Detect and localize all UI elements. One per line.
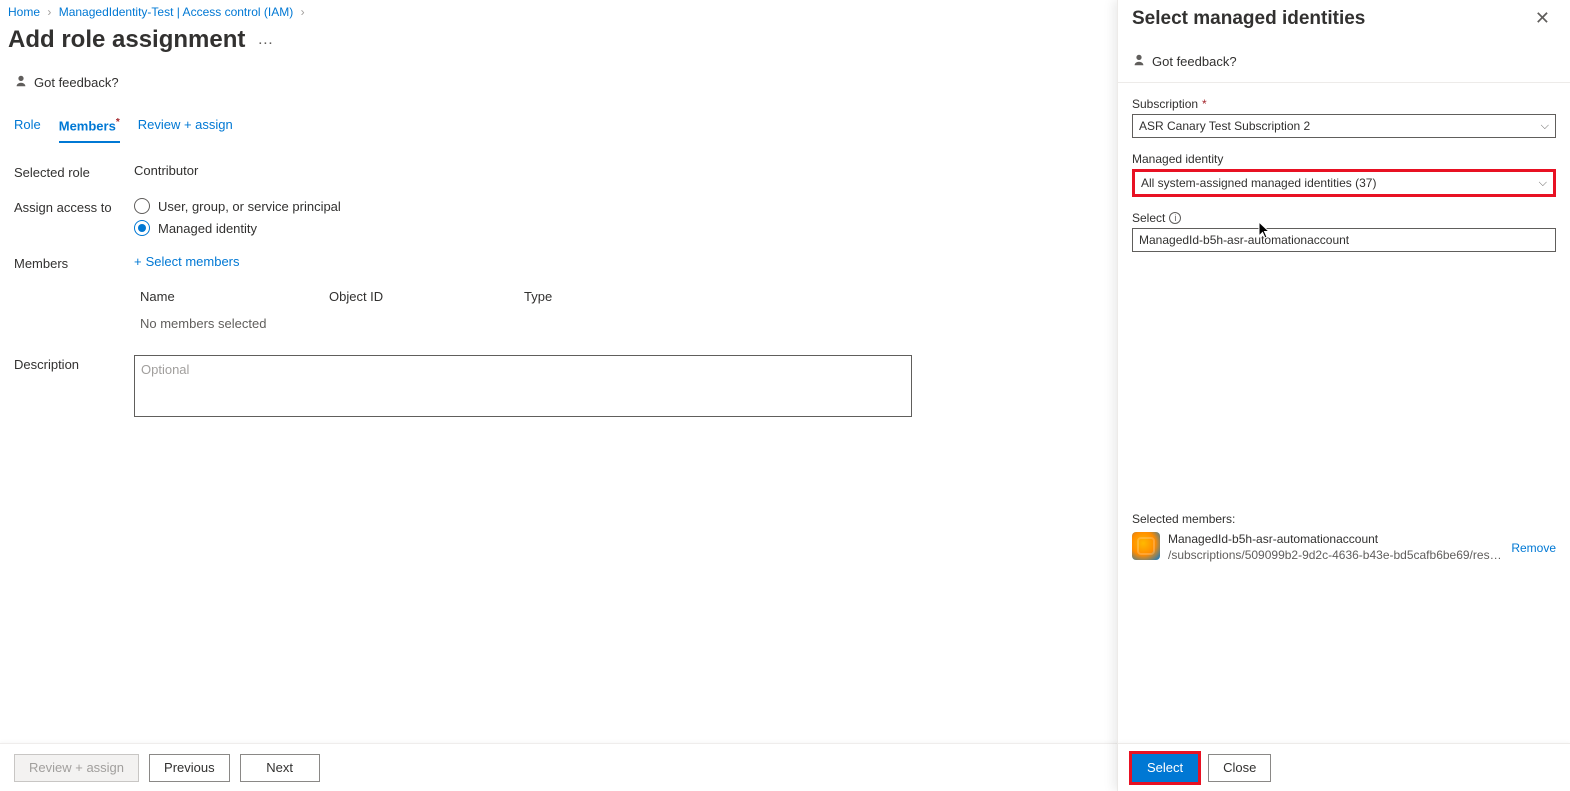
panel-footer: Select Close xyxy=(1118,743,1570,791)
info-icon: i xyxy=(1169,212,1181,224)
tab-review-assign[interactable]: Review + assign xyxy=(138,117,233,143)
members-col-object-id: Object ID xyxy=(329,289,524,304)
page-title: Add role assignment xyxy=(8,26,245,54)
tab-members[interactable]: Members* xyxy=(59,117,120,143)
selected-role-value: Contributor xyxy=(134,163,198,178)
select-search-label: Select xyxy=(1132,211,1165,225)
radio-unchecked-icon xyxy=(134,198,150,214)
panel-close-button[interactable]: Close xyxy=(1208,754,1271,782)
members-empty-row: No members selected xyxy=(134,310,714,337)
review-assign-button[interactable]: Review + assign xyxy=(14,754,139,782)
selected-member-path: /subscriptions/509099b2-9d2c-4636-b43e-b… xyxy=(1168,548,1503,564)
description-input[interactable] xyxy=(134,355,912,417)
radio-mi-label: Managed identity xyxy=(158,221,257,236)
members-col-type: Type xyxy=(524,289,714,304)
selected-member-row: ManagedId-b5h-asr-automationaccount /sub… xyxy=(1132,532,1556,563)
person-feedback-icon xyxy=(14,74,28,91)
selected-member-name: ManagedId-b5h-asr-automationaccount xyxy=(1168,532,1503,548)
managed-identity-select[interactable]: All system-assigned managed identities (… xyxy=(1132,169,1556,197)
tab-role[interactable]: Role xyxy=(14,117,41,143)
select-search-input[interactable] xyxy=(1132,228,1556,252)
managed-identity-label: Managed identity xyxy=(1132,152,1223,166)
chevron-down-icon: ⌵ xyxy=(1539,177,1547,190)
select-members-text: Select members xyxy=(146,254,240,269)
select-members-link[interactable]: + Select members xyxy=(134,254,240,269)
panel-feedback-link[interactable]: Got feedback? xyxy=(1118,41,1570,83)
panel-feedback-label: Got feedback? xyxy=(1152,54,1237,69)
tab-members-label: Members xyxy=(59,118,116,133)
members-label: Members xyxy=(14,254,134,271)
radio-managed-identity[interactable]: Managed identity xyxy=(134,220,341,236)
selected-role-label: Selected role xyxy=(14,163,134,180)
breadcrumb-resource[interactable]: ManagedIdentity-Test | Access control (I… xyxy=(59,5,294,19)
panel-title: Select managed identities xyxy=(1132,8,1365,30)
select-managed-identities-panel: Select managed identities ✕ Got feedback… xyxy=(1117,0,1570,791)
wizard-footer: Review + assign Previous Next xyxy=(0,743,1117,791)
members-col-name: Name xyxy=(134,289,329,304)
next-button[interactable]: Next xyxy=(240,754,320,782)
remove-member-link[interactable]: Remove xyxy=(1511,541,1556,555)
subscription-select[interactable]: ASR Canary Test Subscription 2 ⌵ xyxy=(1132,114,1556,138)
assign-access-label: Assign access to xyxy=(14,198,134,215)
breadcrumb-home[interactable]: Home xyxy=(8,5,40,19)
chevron-down-icon: ⌵ xyxy=(1541,120,1549,133)
subscription-value: ASR Canary Test Subscription 2 xyxy=(1139,119,1310,133)
required-icon: * xyxy=(1202,97,1207,111)
feedback-label: Got feedback? xyxy=(34,75,119,90)
plus-icon: + xyxy=(134,254,142,269)
breadcrumb-sep-1: › xyxy=(47,5,51,19)
radio-checked-icon xyxy=(134,220,150,236)
page-more-icon[interactable]: … xyxy=(257,31,273,49)
radio-user-group-sp[interactable]: User, group, or service principal xyxy=(134,198,341,214)
tab-members-required-icon: * xyxy=(116,117,120,128)
radio-user-label: User, group, or service principal xyxy=(158,199,341,214)
selected-members-label: Selected members: xyxy=(1132,512,1556,526)
managed-identity-value: All system-assigned managed identities (… xyxy=(1141,176,1376,190)
panel-select-button[interactable]: Select xyxy=(1132,754,1198,782)
close-icon[interactable]: ✕ xyxy=(1531,4,1554,33)
subscription-label: Subscription xyxy=(1132,97,1198,111)
previous-button[interactable]: Previous xyxy=(149,754,230,782)
breadcrumb-sep-2: › xyxy=(301,5,305,19)
managed-identity-icon xyxy=(1132,532,1160,560)
description-label: Description xyxy=(14,355,134,372)
person-feedback-icon xyxy=(1132,53,1146,70)
